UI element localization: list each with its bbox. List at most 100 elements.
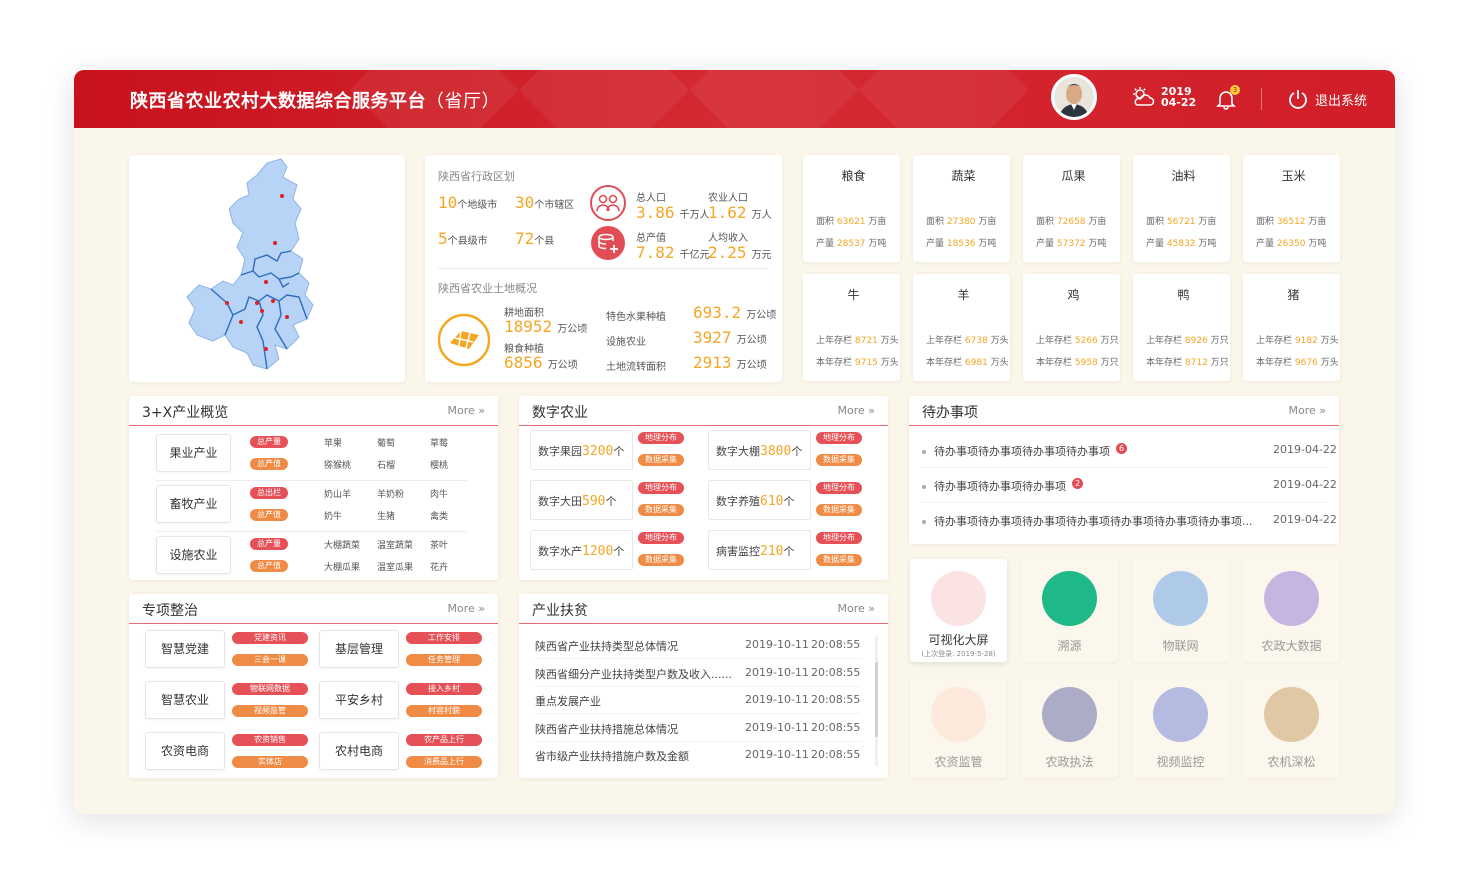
special-tag[interactable]: 实体店 <box>232 756 308 768</box>
todo-item[interactable]: 待办事项待办事项待办事项待办事项 6 <box>922 443 1127 459</box>
industry-group-button[interactable]: 果业产业 <box>156 434 231 472</box>
special-tag[interactable]: 物联网数据 <box>232 683 308 695</box>
industry-item[interactable]: 奶牛 <box>324 509 342 522</box>
app-tile[interactable]: 农资监管 <box>910 675 1007 778</box>
industry-item[interactable]: 茶叶 <box>430 538 448 551</box>
industry-item[interactable]: 羊奶粉 <box>377 487 404 500</box>
livestock-card[interactable]: 猪上年存栏 9182 万头 本年存栏 9676 万头 <box>1243 274 1340 381</box>
industry-tag[interactable]: 总出栏 <box>250 487 288 499</box>
industry-item[interactable]: 奶山羊 <box>324 487 351 500</box>
special-tag[interactable]: 党建资讯 <box>232 632 308 644</box>
data-collection-tag[interactable]: 数据采集 <box>638 554 684 566</box>
scrollbar-thumb[interactable] <box>875 662 878 737</box>
app-tile[interactable]: 物联网 <box>1132 559 1229 662</box>
poverty-item[interactable]: 陕西省产业扶持类型总体情况 <box>535 638 678 654</box>
industry-item[interactable]: 禽类 <box>430 509 448 522</box>
industry-tag[interactable]: 总产量 <box>250 538 288 550</box>
special-tag[interactable]: 消费品上行 <box>406 756 482 768</box>
industry-group-button[interactable]: 畜牧产业 <box>156 485 231 523</box>
industry-item[interactable]: 樱桃 <box>430 458 448 471</box>
industry-item[interactable]: 生猪 <box>377 509 395 522</box>
app-tile[interactable]: 溯源 <box>1021 559 1118 662</box>
geo-distribution-tag[interactable]: 地理分布 <box>816 482 862 494</box>
special-tag[interactable]: 村容村貌 <box>406 705 482 717</box>
todo-more-link[interactable]: More » <box>1288 404 1326 417</box>
special-item-button[interactable]: 农资电商 <box>145 732 225 770</box>
data-collection-tag[interactable]: 数据采集 <box>816 454 862 466</box>
industry-group-button[interactable]: 设施农业 <box>156 536 231 574</box>
special-item-button[interactable]: 农村电商 <box>319 732 399 770</box>
notification-bell-icon[interactable]: 3 <box>1215 85 1240 110</box>
special-tag[interactable]: 农产品上行 <box>406 734 482 746</box>
livestock-card[interactable]: 鸡上年存栏 5266 万只 本年存栏 5958 万只 <box>1023 274 1120 381</box>
logout-button[interactable]: 退出系统 <box>1287 88 1367 110</box>
special-item-button[interactable]: 基层管理 <box>319 630 399 668</box>
digital-item[interactable]: 病害监控210个 <box>708 530 811 570</box>
livestock-card[interactable]: 羊上年存栏 6738 万头 本年存栏 6981 万头 <box>913 274 1010 381</box>
app-tile[interactable]: 农机深松 <box>1243 675 1340 778</box>
special-tag[interactable]: 视频监管 <box>232 705 308 717</box>
industry-item[interactable]: 大棚蔬菜 <box>324 538 360 551</box>
industry-item[interactable]: 葡萄 <box>377 436 395 449</box>
special-item-button[interactable]: 智慧党建 <box>145 630 225 668</box>
poverty-item[interactable]: 重点发展产业 <box>535 693 601 709</box>
industry-item[interactable]: 温室瓜果 <box>377 560 413 573</box>
digital-item[interactable]: 数字养殖610个 <box>708 480 811 520</box>
industry-tag[interactable]: 总产值 <box>250 560 288 572</box>
digital-item[interactable]: 数字水产1200个 <box>530 530 633 570</box>
industry-item[interactable]: 石榴 <box>377 458 395 471</box>
industry-more-link[interactable]: More » <box>447 404 485 417</box>
special-more-link[interactable]: More » <box>447 602 485 615</box>
poverty-more-link[interactable]: More » <box>837 602 875 615</box>
special-tag[interactable]: 农资销售 <box>232 734 308 746</box>
geo-distribution-tag[interactable]: 地理分布 <box>638 482 684 494</box>
industry-item[interactable]: 肉牛 <box>430 487 448 500</box>
todo-item[interactable]: 待办事项待办事项待办事项待办事项待办事项待办事项待办事项... <box>922 513 1253 529</box>
geo-distribution-tag[interactable]: 地理分布 <box>816 432 862 444</box>
digital-item[interactable]: 数字果园3200个 <box>530 430 633 470</box>
special-tag[interactable]: 三会一课 <box>232 654 308 666</box>
industry-item[interactable]: 草莓 <box>430 436 448 449</box>
special-tag[interactable]: 任务管理 <box>406 654 482 666</box>
industry-tag[interactable]: 总产量 <box>250 436 288 448</box>
poverty-item[interactable]: 省市级产业扶持措施户数及金额 <box>535 748 689 764</box>
industry-tag[interactable]: 总产值 <box>250 458 288 470</box>
industry-item[interactable]: 猕猴桃 <box>324 458 351 471</box>
special-tag[interactable]: 工作安排 <box>406 632 482 644</box>
geo-distribution-tag[interactable]: 地理分布 <box>638 532 684 544</box>
crops-card[interactable]: 瓜果 面积 72658 万亩 产量 57372 万吨 <box>1023 155 1120 262</box>
todo-item[interactable]: 待办事项待办事项待办事项 2 <box>922 478 1083 494</box>
data-collection-tag[interactable]: 数据采集 <box>638 504 684 516</box>
digital-item[interactable]: 数字大棚3800个 <box>708 430 811 470</box>
shaanxi-map[interactable] <box>129 155 405 382</box>
special-item-button[interactable]: 智慧农业 <box>145 681 225 719</box>
data-collection-tag[interactable]: 数据采集 <box>638 454 684 466</box>
app-tile[interactable]: 农政大数据 <box>1243 559 1340 662</box>
crops-card[interactable]: 玉米 面积 36512 万亩 产量 26350 万吨 <box>1243 155 1340 262</box>
avatar[interactable] <box>1051 74 1097 120</box>
crops-card[interactable]: 油料 面积 56721 万亩 产量 45832 万吨 <box>1133 155 1230 262</box>
industry-item[interactable]: 大棚瓜果 <box>324 560 360 573</box>
data-collection-tag[interactable]: 数据采集 <box>816 554 862 566</box>
app-tile[interactable]: 农政执法 <box>1021 675 1118 778</box>
geo-distribution-tag[interactable]: 地理分布 <box>638 432 684 444</box>
crops-card[interactable]: 粮食 面积 63621 万亩 产量 28537 万吨 <box>803 155 900 262</box>
poverty-item[interactable]: 陕西省细分产业扶持类型户数及收入...... <box>535 666 732 682</box>
app-tile[interactable]: 可视化大屏 (上次登录: 2019-5-28) <box>910 559 1007 662</box>
special-item-button[interactable]: 平安乡村 <box>319 681 399 719</box>
digital-item[interactable]: 数字大田590个 <box>530 480 633 520</box>
livestock-card[interactable]: 牛上年存栏 8721 万头 本年存栏 9715 万头 <box>803 274 900 381</box>
scrollbar-track[interactable] <box>875 636 878 766</box>
poverty-item[interactable]: 陕西省产业扶持措施总体情况 <box>535 721 678 737</box>
industry-tag[interactable]: 总产值 <box>250 509 288 521</box>
industry-item[interactable]: 苹果 <box>324 436 342 449</box>
data-collection-tag[interactable]: 数据采集 <box>816 504 862 516</box>
livestock-card[interactable]: 鸭上年存栏 8926 万只 本年存栏 8712 万只 <box>1133 274 1230 381</box>
digital-more-link[interactable]: More » <box>837 404 875 417</box>
industry-item[interactable]: 温室蔬菜 <box>377 538 413 551</box>
geo-distribution-tag[interactable]: 地理分布 <box>816 532 862 544</box>
app-tile[interactable]: 视频监控 <box>1132 675 1229 778</box>
crops-card[interactable]: 蔬菜 面积 27380 万亩 产量 18536 万吨 <box>913 155 1010 262</box>
industry-item[interactable]: 花卉 <box>430 560 448 573</box>
special-tag[interactable]: 接入乡村 <box>406 683 482 695</box>
